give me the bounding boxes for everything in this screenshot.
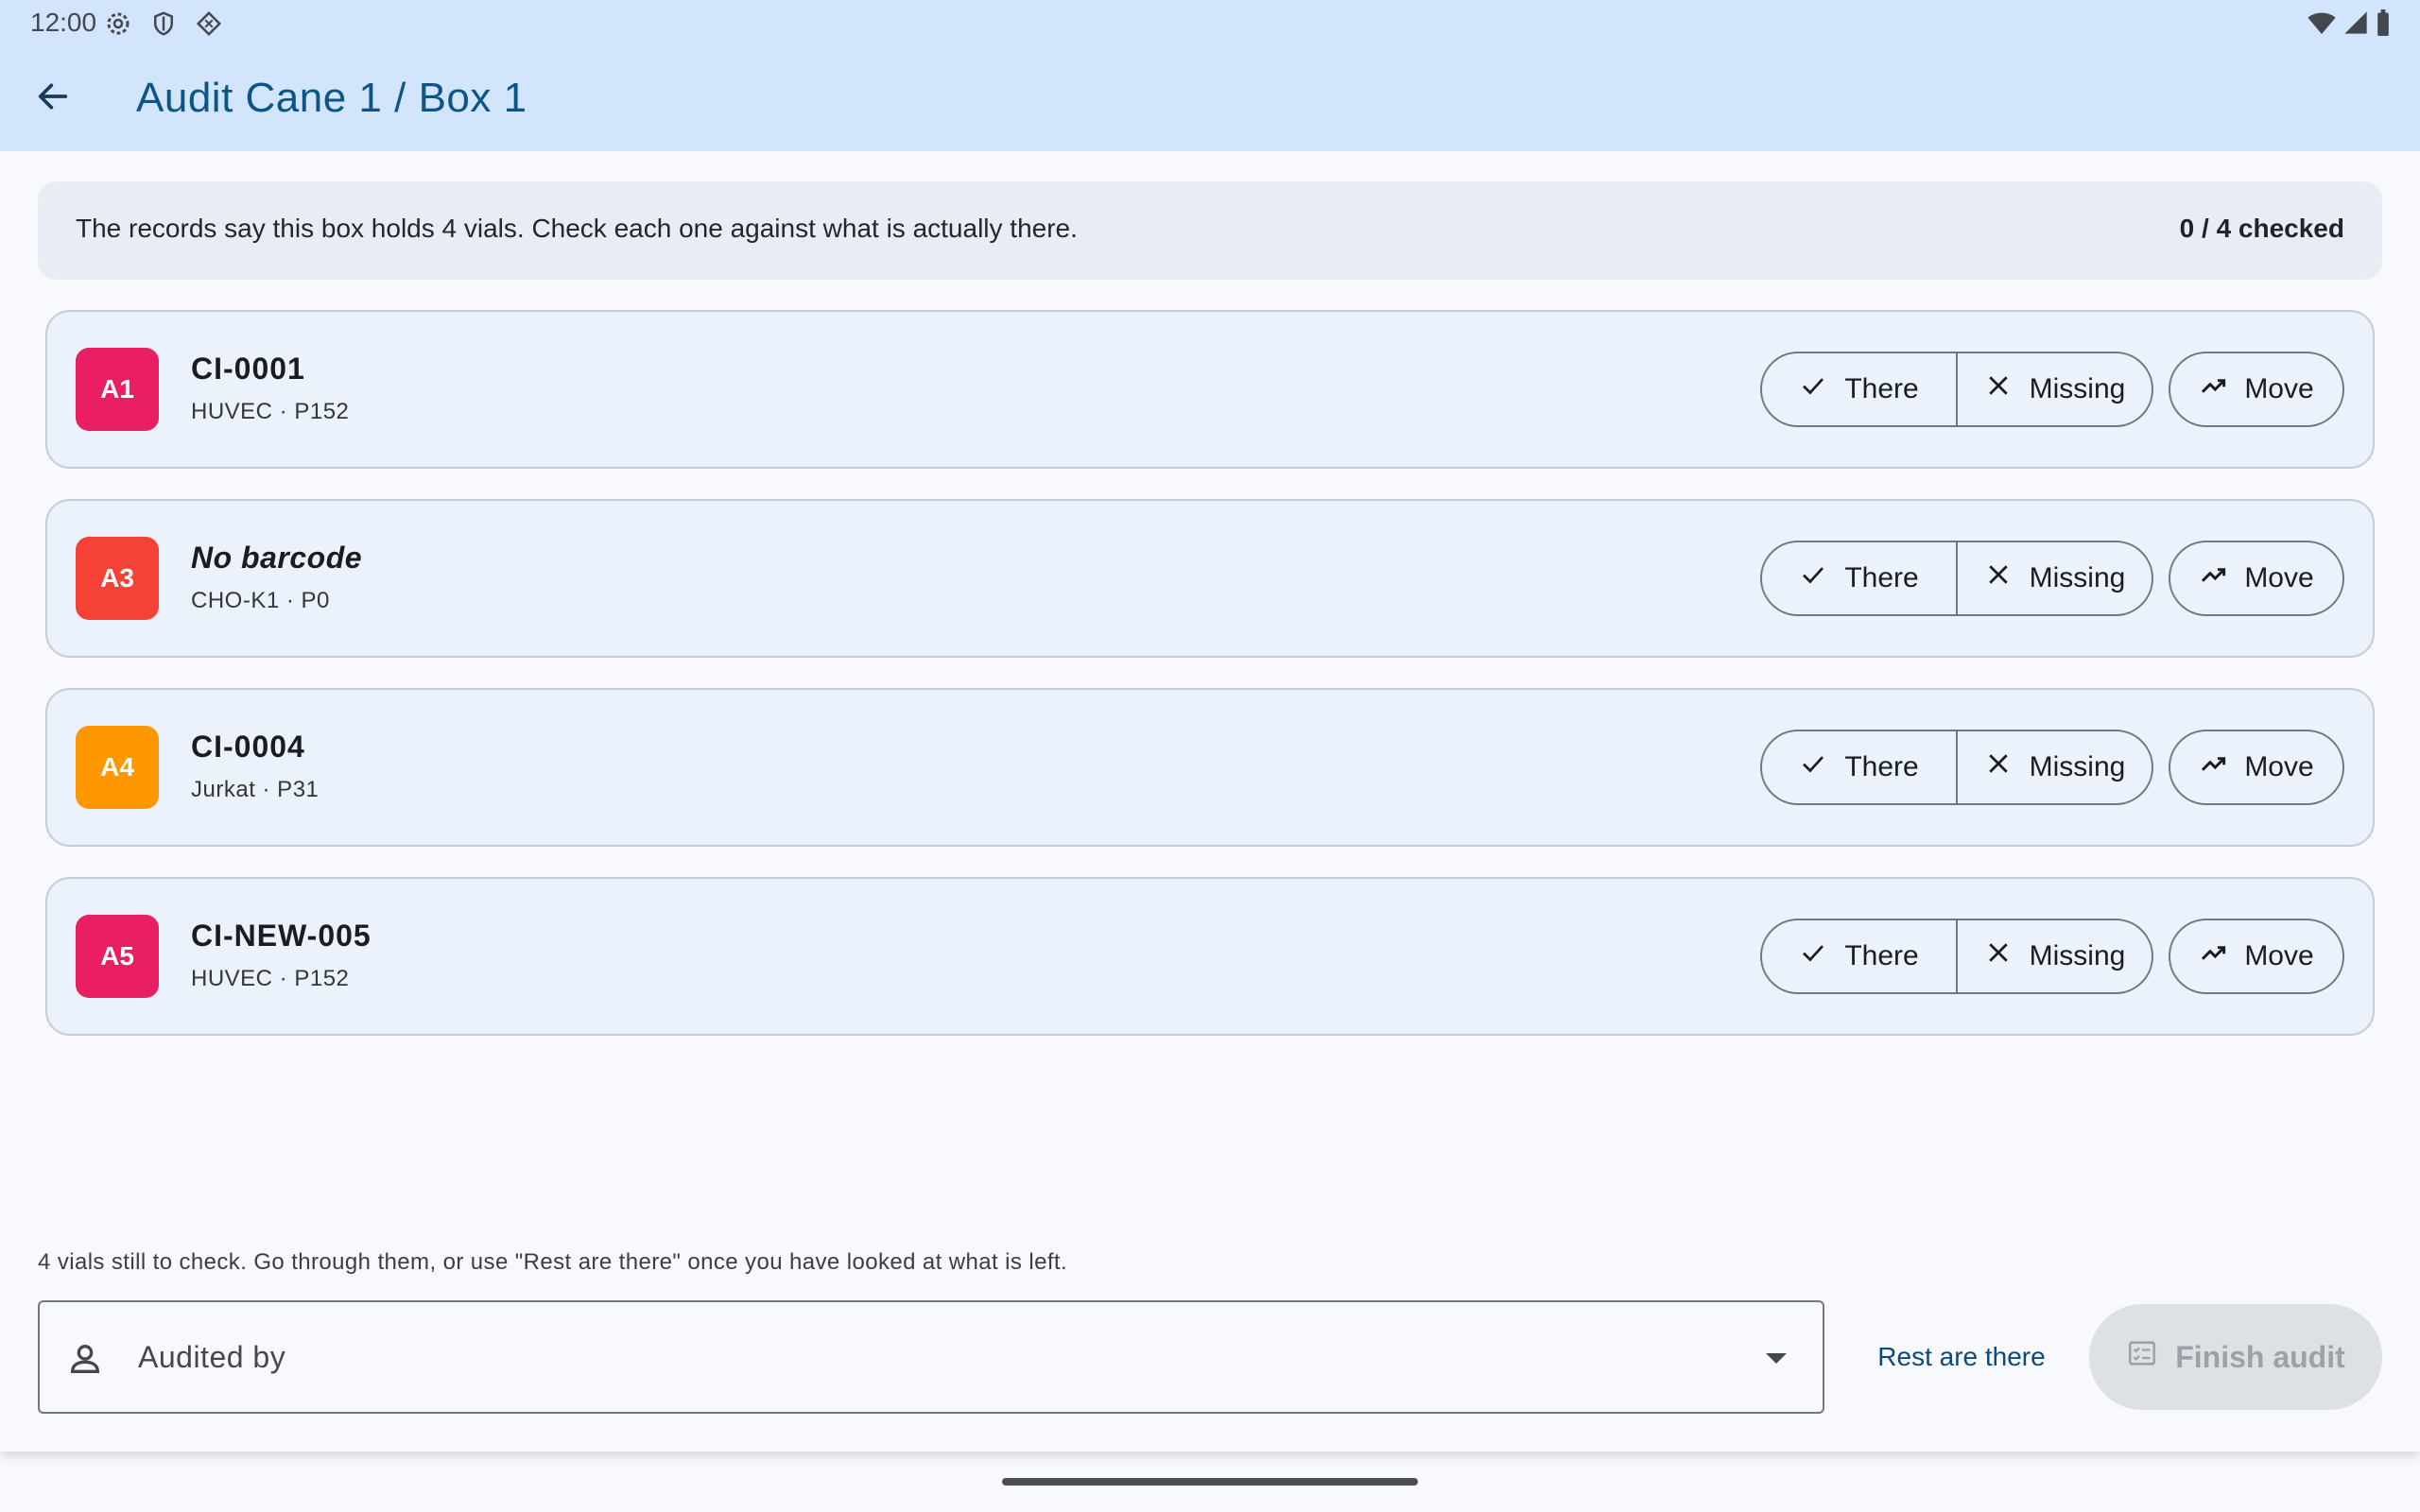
missing-button[interactable]: Missing [1956, 731, 2152, 803]
vial-barcode: CI-0001 [191, 352, 305, 386]
status-bar: 12:00 [0, 0, 2420, 45]
position-badge: A3 [76, 537, 159, 620]
checklist-icon [2126, 1337, 2158, 1377]
close-icon [1984, 938, 2013, 974]
top-bar: 12:00 Audit Cane 1 / Box 1 [0, 0, 2420, 151]
move-button[interactable]: Move [2169, 919, 2344, 994]
audited-by-dropdown[interactable]: Audited by [38, 1300, 1824, 1414]
missing-label: Missing [2029, 373, 2126, 404]
gesture-handle[interactable] [1002, 1478, 1418, 1486]
close-icon [1984, 371, 2013, 407]
move-label: Move [2244, 562, 2314, 593]
gear-icon [104, 9, 132, 38]
check-icon [1799, 749, 1827, 785]
move-button[interactable]: Move [2169, 541, 2344, 616]
status-time: 12:00 [30, 8, 97, 37]
move-label: Move [2244, 751, 2314, 782]
trending-up-icon [2199, 370, 2229, 408]
position-badge: A4 [76, 726, 159, 809]
presence-toggle: There Missing [1760, 919, 2153, 994]
move-label: Move [2244, 940, 2314, 971]
dropdown-arrow-icon [1766, 1353, 1787, 1364]
presence-toggle: There Missing [1760, 541, 2153, 616]
there-label: There [1844, 940, 1919, 971]
audited-by-label: Audited by [138, 1340, 286, 1374]
vial-barcode: CI-0004 [191, 730, 305, 764]
presence-toggle: There Missing [1760, 730, 2153, 805]
battery-icon [2375, 9, 2392, 43]
position-badge: A1 [76, 348, 159, 431]
page-title: Audit Cane 1 / Box 1 [136, 75, 527, 121]
there-label: There [1844, 751, 1919, 782]
check-icon [1799, 560, 1827, 596]
missing-label: Missing [2029, 562, 2126, 593]
vial-barcode: No barcode [191, 541, 363, 575]
vial-details: HUVEC · P152 [191, 966, 350, 991]
arrow-back-icon [34, 77, 72, 120]
remaining-hint: 4 vials still to check. Go through them,… [38, 1249, 1068, 1275]
check-icon [1799, 371, 1827, 407]
there-button[interactable]: There [1762, 731, 1956, 803]
there-button[interactable]: There [1762, 542, 1956, 614]
finish-audit-button[interactable]: Finish audit [2089, 1304, 2382, 1410]
there-label: There [1844, 562, 1919, 593]
vial-card: A1 CI-0001 HUVEC · P152 There Missing Mo… [45, 310, 2375, 469]
vial-details: HUVEC · P152 [191, 399, 350, 424]
vial-card: A3 No barcode CHO-K1 · P0 There Missing … [45, 499, 2375, 658]
trending-up-icon [2199, 559, 2229, 597]
vial-card: A4 CI-0004 Jurkat · P31 There Missing Mo… [45, 688, 2375, 847]
close-icon [1984, 560, 2013, 596]
missing-label: Missing [2029, 940, 2126, 971]
vial-details: Jurkat · P31 [191, 777, 320, 802]
missing-button[interactable]: Missing [1956, 353, 2152, 425]
rest-are-there-button[interactable]: Rest are there [1853, 1329, 2070, 1385]
banner-text: The records say this box holds 4 vials. … [76, 214, 1078, 243]
position-badge: A5 [76, 915, 159, 998]
there-button[interactable]: There [1762, 920, 1956, 992]
missing-button[interactable]: Missing [1956, 920, 2152, 992]
trending-up-icon [2199, 937, 2229, 975]
there-label: There [1844, 373, 1919, 404]
back-button[interactable] [25, 70, 81, 127]
move-label: Move [2244, 373, 2314, 404]
trending-up-icon [2199, 748, 2229, 786]
checked-count: 0 / 4 checked [2179, 214, 2344, 243]
missing-button[interactable]: Missing [1956, 542, 2152, 614]
presence-toggle: There Missing [1760, 352, 2153, 427]
move-button[interactable]: Move [2169, 730, 2344, 805]
wifi-icon [2307, 9, 2337, 43]
there-button[interactable]: There [1762, 353, 1956, 425]
move-button[interactable]: Move [2169, 352, 2344, 427]
bottom-panel: 4 vials still to check. Go through them,… [0, 1211, 2420, 1452]
status-right [2307, 9, 2392, 43]
vial-card: A5 CI-NEW-005 HUVEC · P152 There Missing… [45, 877, 2375, 1036]
vial-details: CHO-K1 · P0 [191, 588, 330, 613]
shield-icon [149, 9, 178, 38]
person-icon [66, 1340, 104, 1383]
info-banner: The records say this box holds 4 vials. … [38, 181, 2382, 280]
diamond-icon [195, 9, 223, 38]
close-icon [1984, 749, 2013, 785]
finish-audit-label: Finish audit [2175, 1339, 2345, 1374]
check-icon [1799, 938, 1827, 974]
missing-label: Missing [2029, 751, 2126, 782]
vial-barcode: CI-NEW-005 [191, 919, 372, 953]
signal-icon [2342, 9, 2369, 43]
